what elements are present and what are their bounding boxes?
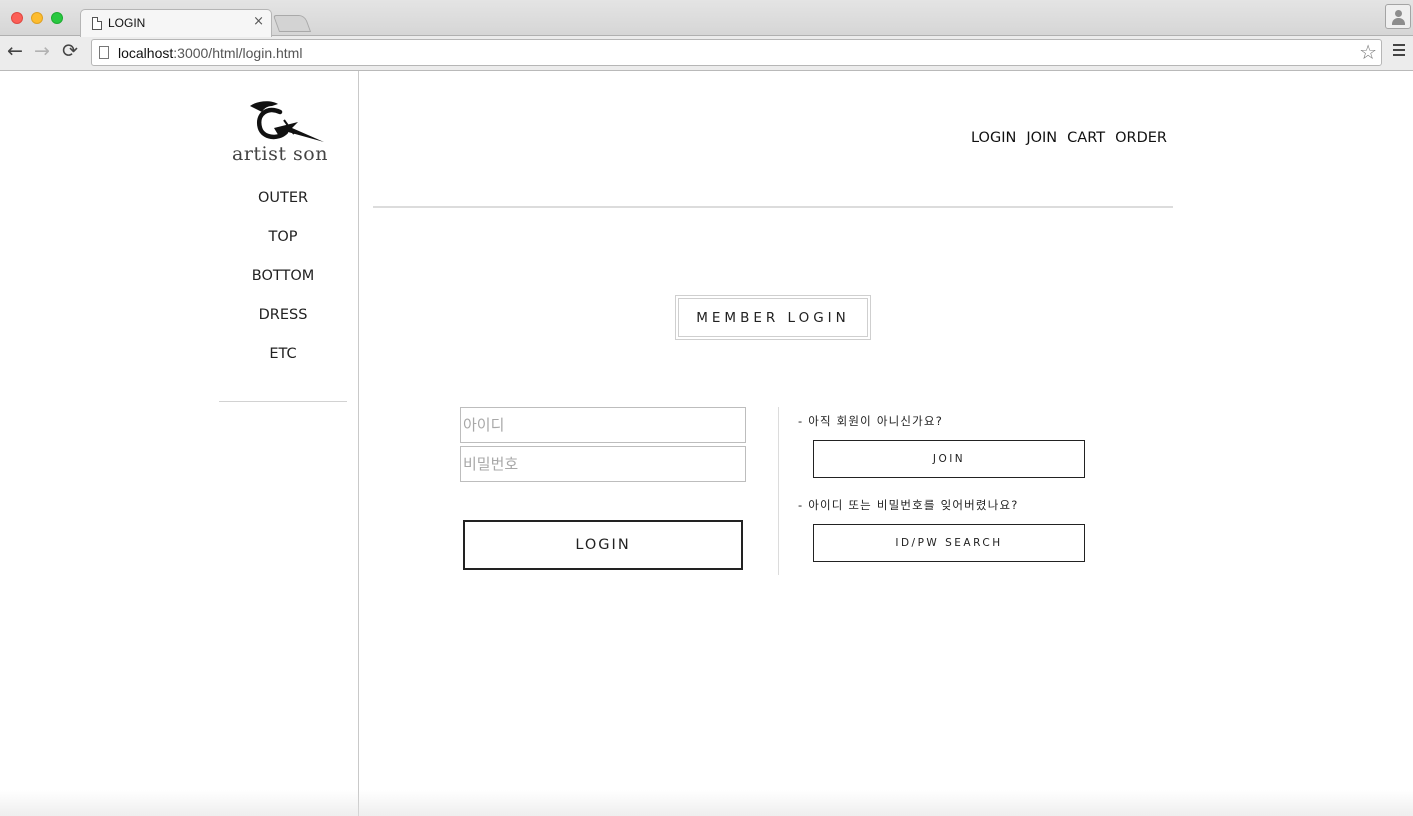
tab-title: LOGIN: [108, 16, 146, 30]
category-nav: OUTER TOP BOTTOM DRESS ETC: [219, 190, 347, 385]
header-divider: [373, 206, 1173, 208]
id-pw-search-hint-text: - 아이디 또는 비밀번호를 잊어버렸나요?: [798, 498, 1019, 512]
bookmark-star-icon[interactable]: ☆: [1359, 41, 1377, 63]
header-link-login[interactable]: LOGIN: [971, 130, 1016, 146]
minimize-window-button[interactable]: [31, 12, 43, 24]
header-link-cart[interactable]: CART: [1067, 130, 1105, 146]
forward-arrow-icon[interactable]: →: [34, 41, 50, 61]
tab-close-icon[interactable]: ×: [253, 14, 264, 29]
nav-item-etc[interactable]: ETC: [219, 346, 347, 385]
tab-strip: LOGIN ×: [0, 0, 1413, 37]
new-tab-button[interactable]: [272, 15, 312, 32]
back-arrow-icon[interactable]: ←: [7, 41, 23, 61]
nav-item-bottom[interactable]: BOTTOM: [219, 268, 347, 307]
login-button[interactable]: LOGIN: [463, 520, 743, 570]
sidebar-divider: [219, 401, 347, 402]
nav-item-top[interactable]: TOP: [219, 229, 347, 268]
header-links: LOGIN JOIN CART ORDER: [971, 130, 1167, 146]
page-icon: [99, 46, 109, 59]
user-id-input[interactable]: [460, 407, 746, 443]
profile-icon[interactable]: [1385, 4, 1411, 29]
member-login-title-box: MEMBER LOGIN: [675, 295, 871, 340]
browser-tab[interactable]: LOGIN ×: [80, 9, 272, 37]
nav-item-dress[interactable]: DRESS: [219, 307, 347, 346]
join-hint-text: - 아직 회원이 아니신가요?: [798, 414, 944, 428]
id-pw-search-button[interactable]: ID/PW SEARCH: [813, 524, 1085, 562]
browser-chrome: LOGIN × ← → ⟳ localhost:3000/html/login.…: [0, 0, 1413, 71]
hamburger-menu-icon[interactable]: [1393, 44, 1405, 59]
password-input[interactable]: [460, 446, 746, 482]
join-button[interactable]: JOIN: [813, 440, 1085, 478]
maximize-window-button[interactable]: [51, 12, 63, 24]
reload-icon[interactable]: ⟳: [62, 41, 78, 61]
brand-logo-text[interactable]: artist son: [232, 143, 328, 165]
page-icon: [92, 17, 102, 30]
sidebar: artist son OUTER TOP BOTTOM DRESS ETC: [0, 71, 359, 816]
header-link-join[interactable]: JOIN: [1026, 130, 1057, 146]
nav-item-outer[interactable]: OUTER: [219, 190, 347, 229]
page-title: MEMBER LOGIN: [678, 298, 868, 337]
close-window-button[interactable]: [11, 12, 23, 24]
vertical-divider: [778, 407, 779, 575]
address-bar[interactable]: localhost:3000/html/login.html ☆: [91, 39, 1382, 66]
url-text[interactable]: localhost:3000/html/login.html: [118, 45, 302, 61]
header-link-order[interactable]: ORDER: [1115, 130, 1167, 146]
